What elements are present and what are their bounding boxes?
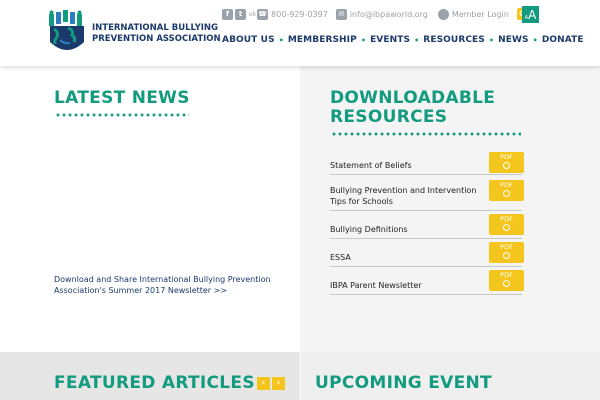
pdf-download-button[interactable]: PDF xyxy=(489,214,524,235)
featured-articles-title: FEATURED ARTICLES xyxy=(54,373,255,393)
nav-membership[interactable]: MEMBERSHIP xyxy=(288,35,357,45)
resource-label: ESSA xyxy=(330,253,351,262)
nav-separator: • xyxy=(488,35,495,45)
pdf-download-button[interactable]: PDF xyxy=(489,270,524,291)
nav-separator: • xyxy=(414,35,420,45)
nav-news[interactable]: NEWS xyxy=(498,35,529,45)
facebook-icon[interactable]: f xyxy=(222,8,233,20)
member-login-label: Member Login xyxy=(451,9,509,19)
envelope-icon: ✉ xyxy=(335,8,347,20)
nav-separator: • xyxy=(532,35,538,45)
title-divider xyxy=(331,132,521,136)
member-login-link[interactable]: Member Login xyxy=(437,8,509,20)
logo-line-1: INTERNATIONAL BULLYING xyxy=(92,23,219,33)
resource-label: IBPA Parent Newsletter xyxy=(330,281,422,290)
resource-item[interactable]: Bullying Definitions PDF xyxy=(330,211,524,239)
nav-separator: • xyxy=(360,35,367,45)
resources-title-line-2: RESOURCES xyxy=(330,107,448,127)
download-icon xyxy=(503,224,510,231)
pdf-download-button[interactable]: PDF xyxy=(489,180,524,201)
pdf-download-button[interactable]: PDF xyxy=(489,242,524,263)
twitter-text: ok xyxy=(249,10,257,18)
pdf-label: PDF xyxy=(500,181,513,189)
twitter-icon[interactable]: t xyxy=(235,8,246,20)
font-size-toggle[interactable]: A A xyxy=(522,6,539,23)
logo-text: INTERNATIONAL BULLYING PREVENTION ASSOCI… xyxy=(92,23,221,45)
upcoming-event-title: UPCOMING EVENT xyxy=(315,373,492,393)
utility-bar: f t ok ☎ 800-929-0397 ✉ info@ibpaworld.o… xyxy=(222,6,529,22)
resource-item[interactable]: Bullying Prevention and Intervention Tip… xyxy=(330,175,524,211)
main-nav: ABOUT US • MEMBERSHIP • EVENTS • RESOURC… xyxy=(222,35,584,45)
prev-arrow-button[interactable]: ‹ xyxy=(257,377,270,390)
logo-line-2: PREVENTION ASSOCIATION xyxy=(92,34,221,44)
site-header: INTERNATIONAL BULLYING PREVENTION ASSOCI… xyxy=(0,0,600,66)
resource-list: Statement of Beliefs PDF Bullying Preven… xyxy=(330,152,524,295)
resource-item[interactable]: IBPA Parent Newsletter PDF xyxy=(330,267,524,295)
download-icon xyxy=(503,252,510,259)
title-divider xyxy=(55,113,189,117)
resource-label: Bullying Definitions xyxy=(330,225,408,234)
resource-item[interactable]: ESSA PDF xyxy=(330,239,524,267)
resource-label: Statement of Beliefs xyxy=(330,161,412,170)
user-icon xyxy=(437,8,449,20)
pdf-label: PDF xyxy=(500,243,513,251)
resource-item[interactable]: Statement of Beliefs PDF xyxy=(330,152,524,175)
phone-link[interactable]: ok ☎ 800-929-0397 xyxy=(248,8,328,20)
next-arrow-button[interactable]: › xyxy=(272,377,285,390)
nav-separator: • xyxy=(278,35,284,45)
phone-icon: ☎ xyxy=(257,8,269,20)
pdf-label: PDF xyxy=(500,215,513,223)
download-icon xyxy=(503,190,510,197)
email-address: info@ibpaworld.org xyxy=(349,9,428,19)
resource-label: Bullying Prevention and Intervention Tip… xyxy=(330,186,477,206)
nav-resources[interactable]: RESOURCES xyxy=(423,35,485,45)
logo[interactable]: INTERNATIONAL BULLYING PREVENTION ASSOCI… xyxy=(46,10,221,58)
resources-title: DOWNLOADABLE RESOURCES xyxy=(330,89,495,127)
latest-news-panel xyxy=(0,66,300,352)
download-icon xyxy=(503,280,510,287)
resources-title-line-1: DOWNLOADABLE xyxy=(330,88,496,108)
download-icon xyxy=(503,162,510,169)
pdf-label: PDF xyxy=(500,153,513,161)
pdf-download-button[interactable]: PDF xyxy=(489,152,524,173)
logo-icon xyxy=(49,10,84,50)
font-large-label: A xyxy=(528,8,537,22)
nav-donate[interactable]: DONATE xyxy=(542,35,584,45)
nav-about-us[interactable]: ABOUT US xyxy=(222,35,275,45)
latest-news-title: LATEST NEWS xyxy=(54,88,190,108)
phone-number: 800-929-0397 xyxy=(271,9,328,19)
nav-events[interactable]: EVENTS xyxy=(370,35,410,45)
pdf-label: PDF xyxy=(500,271,513,279)
newsletter-link[interactable]: Download and Share International Bullyin… xyxy=(54,274,284,296)
email-link[interactable]: ✉ info@ibpaworld.org xyxy=(335,8,428,20)
